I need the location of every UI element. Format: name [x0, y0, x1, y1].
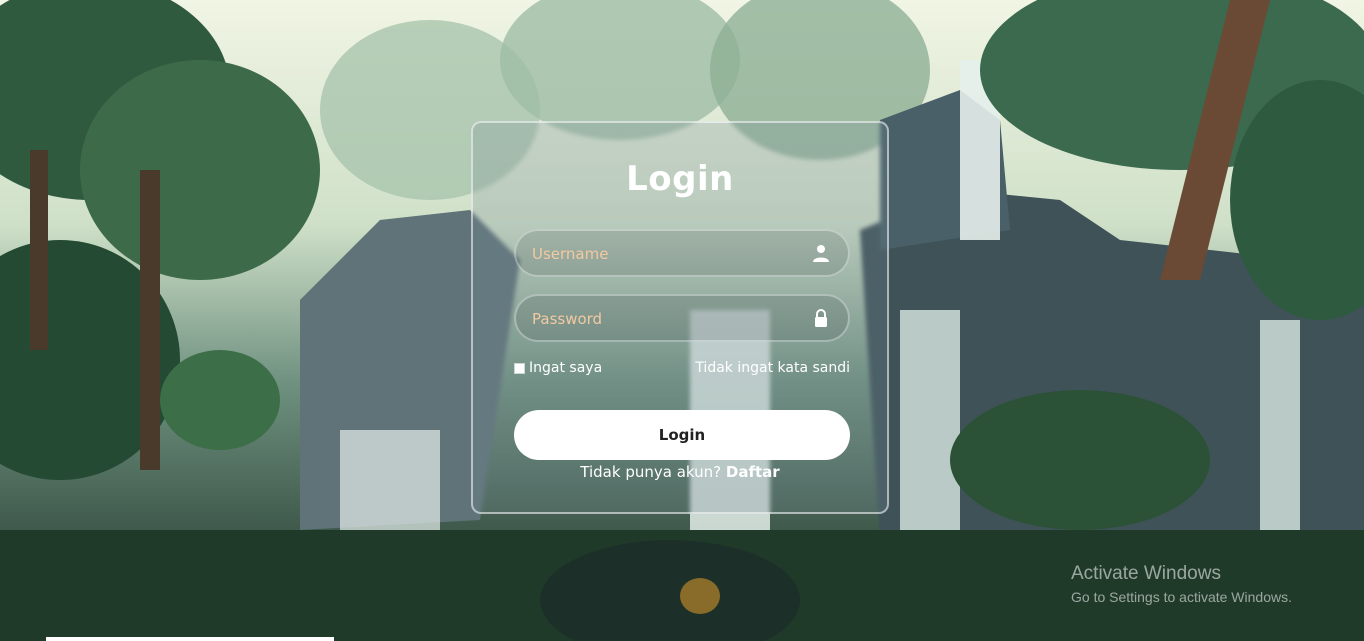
remember-label: Ingat saya — [529, 360, 603, 376]
register-link[interactable]: Daftar — [726, 463, 780, 481]
watermark-subtitle: Go to Settings to activate Windows. — [1071, 589, 1292, 605]
taskbar-edge — [46, 637, 334, 641]
lock-icon — [815, 309, 827, 327]
password-field-wrapper — [514, 294, 850, 342]
login-page: Login Ingat saya Tidak ingat kata sandi … — [0, 0, 1364, 641]
remember-me[interactable]: Ingat saya — [514, 360, 602, 376]
username-input[interactable] — [530, 231, 804, 277]
watermark-title: Activate Windows — [1071, 563, 1221, 584]
forgot-password-link[interactable]: Tidak ingat kata sandi — [695, 360, 850, 376]
login-title: Login — [626, 159, 734, 199]
login-button[interactable]: Login — [514, 410, 850, 460]
password-input[interactable] — [530, 296, 804, 342]
register-prompt: Tidak punya akun? Daftar — [473, 463, 887, 481]
remember-checkbox[interactable] — [514, 362, 525, 374]
login-card: Login Ingat saya Tidak ingat kata sandi … — [471, 121, 889, 514]
activate-windows-watermark: Activate Windows Go to Settings to activ… — [1071, 563, 1292, 605]
username-field-wrapper — [514, 229, 850, 277]
user-icon — [813, 245, 829, 262]
remember-forgot-row: Ingat saya Tidak ingat kata sandi — [514, 360, 850, 380]
register-prompt-text: Tidak punya akun? — [580, 463, 722, 481]
